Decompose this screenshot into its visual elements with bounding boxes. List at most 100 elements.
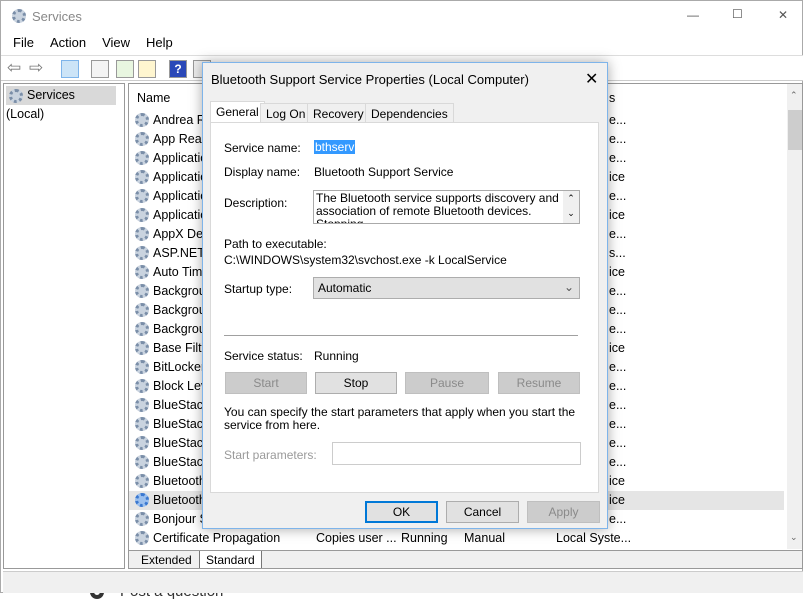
gear-icon	[135, 246, 149, 260]
gear-icon	[135, 531, 149, 545]
close-button[interactable]: ✕	[778, 8, 788, 22]
chevron-down-icon: ⌄	[563, 280, 574, 294]
service-name: Backgrou	[153, 322, 206, 336]
window-title: Services	[32, 9, 82, 24]
tab-standard[interactable]: Standard	[199, 551, 262, 568]
column-header-logon[interactable]: s	[609, 91, 615, 105]
service-logon: e...	[609, 113, 627, 127]
service-logon: e...	[609, 284, 627, 298]
tab-recovery[interactable]: Recovery	[307, 103, 370, 123]
service-name: Bluetooth	[153, 493, 206, 507]
apply-button[interactable]: Apply	[527, 501, 600, 523]
service-name-value[interactable]: bthserv	[314, 140, 356, 154]
gear-icon	[135, 151, 149, 165]
gear-icon	[135, 417, 149, 431]
service-logon: ice	[609, 170, 625, 184]
gear-icon	[135, 265, 149, 279]
ok-button[interactable]: OK	[365, 501, 438, 523]
show-hide-tree-icon[interactable]	[61, 60, 79, 78]
gear-icon	[135, 436, 149, 450]
service-name: Bonjour S	[153, 512, 208, 526]
tab-dependencies[interactable]: Dependencies	[365, 103, 454, 123]
menu-view[interactable]: View	[102, 35, 130, 50]
list-row-certificate-propagation[interactable]: Certificate Propagation Copies user ... …	[129, 529, 784, 548]
properties-icon[interactable]	[91, 60, 109, 78]
minimize-button[interactable]: —	[687, 8, 699, 22]
gear-icon	[135, 360, 149, 374]
menu-action[interactable]: Action	[50, 35, 86, 50]
gear-icon	[135, 284, 149, 298]
service-logon: ice	[609, 265, 625, 279]
view-tabs: Extended Standard	[129, 550, 802, 568]
maximize-button[interactable]: ☐	[732, 7, 743, 21]
forward-icon[interactable]: ⇨	[29, 58, 43, 78]
service-logon: e...	[609, 303, 627, 317]
stop-button[interactable]: Stop	[315, 372, 397, 394]
service-name: Certificate Propagation	[153, 531, 281, 545]
service-name: BlueStack	[153, 398, 210, 412]
start-parameters-hint: You can specify the start parameters tha…	[224, 405, 576, 432]
service-name: BlueStack	[153, 417, 210, 431]
gear-icon	[135, 113, 149, 127]
tab-general[interactable]: General	[210, 101, 265, 124]
scroll-up-icon[interactable]: ⌃	[790, 90, 798, 101]
service-logon: Local Syste...	[556, 531, 632, 545]
service-status-value: Running	[314, 349, 359, 363]
tab-log-on[interactable]: Log On	[260, 103, 312, 123]
description-text: The Bluetooth service supports discovery…	[316, 191, 559, 224]
service-name: Base Filte	[153, 341, 209, 355]
service-logon: e...	[609, 417, 627, 431]
service-logon: e...	[609, 227, 627, 241]
description-scrollbar[interactable]: ⌃ ⌄	[563, 191, 579, 223]
dialog-close-button[interactable]: ✕	[585, 69, 598, 89]
start-parameters-label: Start parameters:	[224, 448, 317, 462]
resume-button[interactable]: Resume	[498, 372, 580, 394]
divider	[224, 335, 578, 336]
gear-icon	[135, 303, 149, 317]
pause-button[interactable]: Pause	[405, 372, 489, 394]
help-icon[interactable]: ?	[169, 60, 187, 78]
menu-file[interactable]: File	[13, 35, 34, 50]
tree-item-services-local[interactable]: Services (Local)	[6, 86, 116, 121]
service-name: Auto Tim	[153, 265, 203, 279]
service-logon: e...	[609, 189, 627, 203]
status-bar	[3, 571, 803, 593]
list-scrollbar[interactable]: ⌃ ⌄	[787, 84, 802, 549]
gear-icon	[135, 398, 149, 412]
cancel-button[interactable]: Cancel	[446, 501, 519, 523]
properties-dialog: Bluetooth Support Service Properties (Lo…	[202, 62, 608, 529]
gear-icon	[135, 379, 149, 393]
startup-type-select[interactable]: Automatic ⌄	[313, 277, 580, 299]
scroll-thumb[interactable]	[788, 110, 802, 150]
service-logon: e...	[609, 512, 627, 526]
start-parameters-input[interactable]	[332, 442, 581, 465]
service-name: BitLocker	[153, 360, 206, 374]
path-value: C:\WINDOWS\system32\svchost.exe -k Local…	[224, 253, 507, 267]
service-name: BlueStack	[153, 436, 210, 450]
service-logon: e...	[609, 132, 627, 146]
back-icon[interactable]: ⇦	[7, 58, 21, 78]
service-name: Applicatio	[153, 208, 208, 222]
service-status: Running	[401, 531, 448, 545]
refresh-icon[interactable]	[116, 60, 134, 78]
scroll-down-icon[interactable]: ⌄	[790, 532, 798, 543]
service-logon: e...	[609, 379, 627, 393]
column-header-name[interactable]: Name	[137, 91, 170, 105]
service-logon: e...	[609, 151, 627, 165]
tab-extended[interactable]: Extended	[141, 553, 192, 567]
service-name: ASP.NET	[153, 246, 205, 260]
services-app-icon	[12, 9, 26, 23]
gear-icon	[135, 132, 149, 146]
gear-icon	[135, 341, 149, 355]
start-button[interactable]: Start	[225, 372, 307, 394]
title-bar: Services — ☐ ✕	[1, 1, 803, 33]
description-box[interactable]: The Bluetooth service supports discovery…	[313, 190, 580, 224]
service-logon: e...	[609, 360, 627, 374]
general-panel: Service name: bthserv Display name: Blue…	[210, 122, 599, 493]
menu-help[interactable]: Help	[146, 35, 173, 50]
export-list-icon[interactable]	[138, 60, 156, 78]
display-name-label: Display name:	[224, 165, 301, 179]
gear-icon	[135, 474, 149, 488]
service-logon: e...	[609, 455, 627, 469]
service-logon: e...	[609, 436, 627, 450]
